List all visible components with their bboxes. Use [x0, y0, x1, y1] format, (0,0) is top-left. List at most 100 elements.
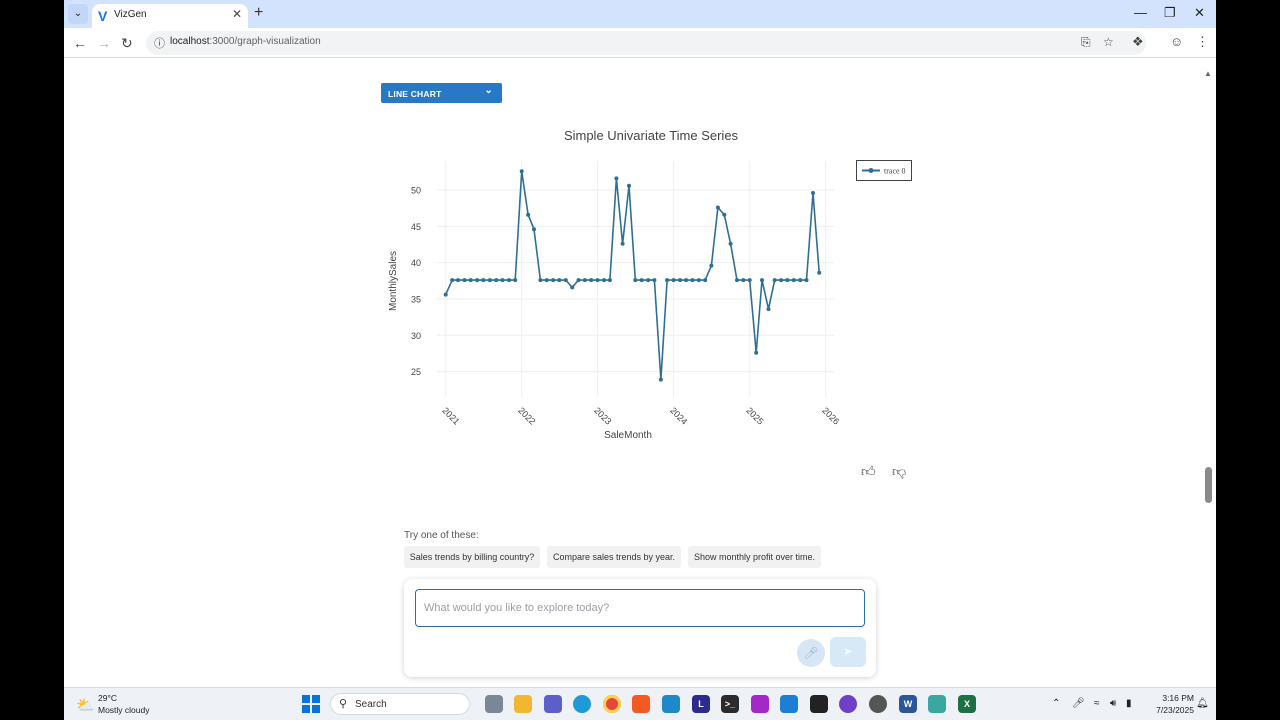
data-point[interactable]	[811, 191, 815, 195]
close-window-icon[interactable]: ✕	[1194, 5, 1205, 21]
data-point[interactable]	[627, 183, 631, 188]
data-point[interactable]	[602, 278, 607, 283]
data-point[interactable]	[443, 292, 448, 297]
thumbs-up-icon[interactable]: 👍︎	[861, 463, 876, 480]
data-point[interactable]	[544, 278, 549, 283]
bookmark-star-icon[interactable]: ☆	[1103, 35, 1114, 49]
data-point[interactable]	[798, 278, 803, 283]
data-point[interactable]	[715, 205, 720, 210]
data-point[interactable]	[450, 278, 455, 283]
scroll-up-arrow-icon[interactable]: ▲	[1204, 69, 1212, 78]
l-app-icon[interactable]: L	[692, 695, 710, 713]
page-scrollbar[interactable]: ▲	[1202, 59, 1216, 687]
data-point[interactable]	[741, 278, 746, 283]
data-point[interactable]	[582, 278, 587, 283]
tab-search-button[interactable]: ⌄	[68, 4, 88, 24]
reload-icon[interactable]: ↻	[121, 34, 133, 52]
data-point[interactable]	[646, 278, 651, 283]
windows-start-icon[interactable]	[302, 695, 320, 713]
profile-icon[interactable]: ☺	[1170, 34, 1183, 49]
suggestion-chip-billing-country[interactable]: Sales trends by billing country?	[404, 546, 540, 568]
data-point[interactable]	[538, 278, 543, 283]
data-point[interactable]	[754, 350, 759, 355]
extensions-puzzle-icon[interactable]: ❖	[1132, 34, 1144, 50]
settings-gear-icon[interactable]	[869, 695, 887, 713]
file-explorer-icon[interactable]	[514, 695, 532, 713]
data-point[interactable]	[696, 278, 701, 283]
jetbrains-icon[interactable]	[751, 695, 769, 713]
tab-vizgen[interactable]: V VizGen ✕	[92, 4, 248, 28]
data-point[interactable]	[760, 278, 764, 283]
forward-arrow-icon[interactable]: →	[97, 34, 111, 52]
data-point[interactable]	[766, 307, 771, 312]
data-point[interactable]	[475, 278, 480, 283]
data-point[interactable]	[747, 278, 752, 283]
data-point[interactable]	[563, 278, 568, 283]
scrollbar-thumb[interactable]	[1205, 467, 1212, 503]
new-tab-button[interactable]: +	[254, 4, 263, 22]
terminal-icon[interactable]: >_	[721, 695, 739, 713]
dark-app-icon[interactable]	[810, 695, 828, 713]
data-point[interactable]	[658, 377, 663, 382]
data-point[interactable]	[614, 176, 619, 181]
data-point[interactable]	[804, 278, 809, 283]
data-point[interactable]	[526, 212, 531, 217]
data-point[interactable]	[481, 278, 486, 283]
data-point[interactable]	[709, 263, 714, 268]
notification-bell-icon[interactable]: 🔔︎	[1196, 698, 1209, 709]
data-point[interactable]	[557, 278, 562, 283]
suggestion-chip-by-year[interactable]: Compare sales trends by year.	[547, 546, 681, 568]
chart-legend[interactable]: trace 0	[856, 160, 912, 181]
clock-time[interactable]: 3:16 PM	[1154, 693, 1194, 703]
data-point[interactable]	[671, 278, 676, 283]
more-menu-icon[interactable]: ⋮	[1196, 34, 1209, 50]
data-point[interactable]	[607, 278, 612, 283]
data-point[interactable]	[690, 278, 695, 283]
data-point[interactable]	[620, 241, 625, 246]
data-point[interactable]	[576, 278, 581, 283]
data-point[interactable]	[639, 278, 644, 283]
weather-cloud-icon[interactable]: ⛅	[76, 696, 95, 714]
data-point[interactable]	[532, 227, 536, 232]
data-point[interactable]	[703, 278, 708, 283]
minimize-icon[interactable]: —	[1134, 5, 1147, 20]
data-point[interactable]	[595, 278, 600, 283]
data-point[interactable]	[487, 278, 492, 283]
excel-icon[interactable]: X	[958, 695, 976, 713]
tab-close-icon[interactable]: ✕	[232, 7, 242, 21]
data-point[interactable]	[468, 278, 473, 283]
data-point[interactable]	[722, 212, 727, 217]
microphone-icon[interactable]: 🎤︎	[797, 639, 825, 667]
install-app-icon[interactable]: ⎘	[1081, 35, 1091, 50]
brave-icon[interactable]	[632, 695, 650, 713]
address-bar[interactable]: ⓘ localhost:3000/graph-visualization ⎘ ☆	[146, 31, 1146, 55]
word-icon[interactable]: W	[899, 695, 917, 713]
back-arrow-icon[interactable]: ←	[73, 34, 87, 52]
weather-description[interactable]: Mostly cloudy	[98, 705, 150, 715]
chrome-icon[interactable]	[603, 695, 621, 713]
data-point[interactable]	[513, 278, 518, 283]
data-point[interactable]	[735, 278, 739, 283]
site-info-icon[interactable]: ⓘ	[154, 35, 165, 51]
wifi-icon[interactable]: ≈	[1094, 698, 1100, 709]
data-point[interactable]	[589, 278, 594, 283]
battery-icon[interactable]: ▮	[1126, 698, 1132, 709]
clock-date[interactable]: 7/23/2025	[1146, 705, 1194, 715]
data-point[interactable]	[665, 278, 670, 283]
restore-icon[interactable]: ❐	[1164, 5, 1176, 21]
data-point[interactable]	[570, 285, 575, 290]
taskbar-search[interactable]: ⚲ Search	[330, 693, 470, 715]
volume-icon[interactable]: 🔊︎	[1110, 698, 1116, 709]
task-view-icon[interactable]	[485, 695, 503, 713]
send-button[interactable]: ➤	[830, 637, 866, 667]
query-input[interactable]	[415, 589, 865, 627]
data-point[interactable]	[652, 278, 657, 283]
notepad-icon[interactable]	[928, 695, 946, 713]
edge-icon[interactable]	[573, 695, 591, 713]
data-point[interactable]	[462, 278, 467, 283]
data-point[interactable]	[791, 278, 796, 283]
teams-icon[interactable]	[544, 695, 562, 713]
data-point[interactable]	[633, 278, 638, 283]
show-hidden-icons-chevron-icon[interactable]: ⌃	[1052, 698, 1060, 709]
data-point[interactable]	[779, 278, 784, 283]
